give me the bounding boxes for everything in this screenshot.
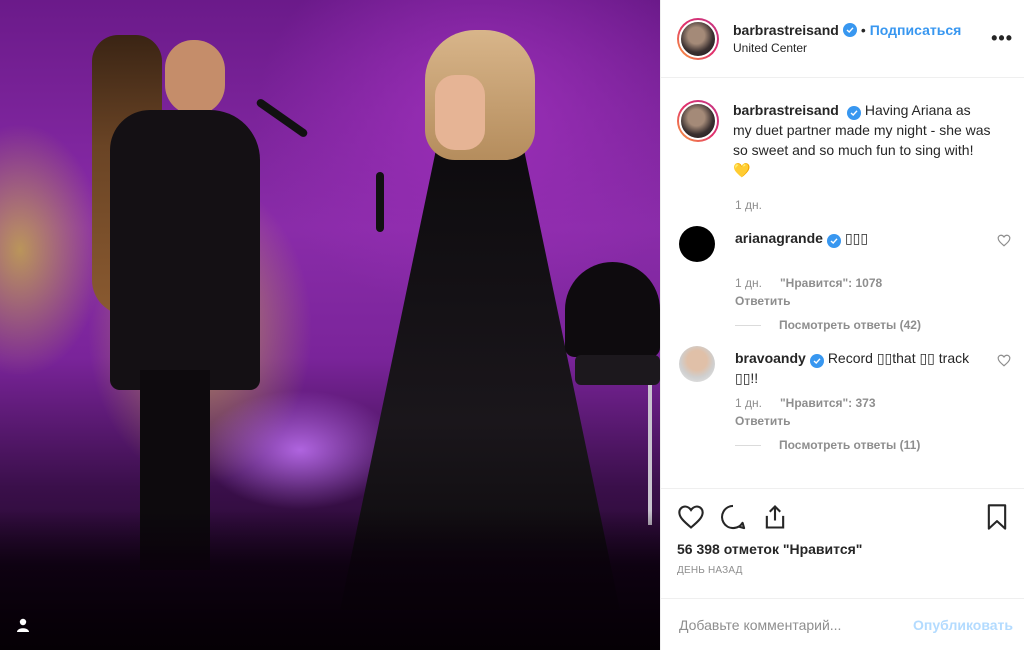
comment-input[interactable] — [679, 616, 914, 633]
verified-badge-icon — [826, 234, 841, 248]
verified-badge-icon — [842, 23, 857, 37]
post-sidebar: barbrastreisand • Подписаться United Cen… — [660, 0, 1024, 650]
comment-icon[interactable] — [719, 503, 747, 531]
comment-like-heart-icon[interactable] — [997, 234, 1011, 252]
post-actions: 56 398 отметок "Нравится" ДЕНЬ НАЗАД — [661, 488, 1024, 576]
post-location[interactable]: United Center — [733, 41, 961, 55]
view-replies-button[interactable]: Посмотреть ответы (42) — [735, 318, 1011, 332]
verified-badge-icon — [809, 354, 824, 368]
follow-button[interactable]: Подписаться — [870, 22, 962, 38]
comment-item: arianagrande ▯▯▯ 1 дн. "Нравится": 1078 О… — [677, 226, 1011, 332]
view-replies-label: Посмотреть ответы (11) — [779, 438, 921, 452]
separator-dot: • — [860, 22, 866, 38]
caption-username[interactable]: barbrastreisand — [733, 102, 839, 118]
stage-chair-seat — [575, 355, 660, 385]
view-replies-button[interactable]: Посмотреть ответы (11) — [735, 438, 1011, 452]
share-icon[interactable] — [761, 503, 789, 531]
caption-avatar[interactable] — [677, 100, 719, 142]
replies-divider — [735, 324, 761, 326]
post-date[interactable]: ДЕНЬ НАЗАД — [677, 565, 1009, 576]
publish-button[interactable]: Опубликовать — [913, 617, 1013, 633]
add-comment-bar: Опубликовать — [661, 598, 1024, 650]
post-caption: barbrastreisand Having Ariana as my duet … — [677, 100, 1011, 212]
microphone — [255, 97, 309, 139]
verified-badge-icon — [846, 106, 861, 120]
post-header: barbrastreisand • Подписаться United Cen… — [661, 0, 1024, 78]
singer-left — [92, 35, 260, 570]
stage-chair — [565, 262, 660, 357]
tagged-users-icon[interactable] — [10, 612, 36, 638]
commenter-username[interactable]: arianagrande — [735, 230, 823, 246]
microphone — [376, 172, 384, 232]
stage-chair-leg — [648, 385, 652, 525]
commenter-avatar[interactable] — [679, 346, 715, 382]
reply-button[interactable]: Ответить — [735, 414, 1011, 428]
caption-timestamp[interactable]: 1 дн. — [735, 198, 1011, 212]
comment-likes[interactable]: "Нравится": 373 — [780, 396, 876, 410]
commenter-avatar[interactable] — [679, 226, 715, 262]
comment-likes[interactable]: "Нравится": 1078 — [780, 276, 882, 290]
comment-item: bravoandy Record ▯▯that ▯▯ track ▯▯!! 1 д… — [677, 346, 1011, 452]
comment-like-heart-icon[interactable] — [997, 354, 1011, 372]
post-like-count[interactable]: 56 398 отметок "Нравится" — [677, 541, 1009, 557]
comment-timestamp[interactable]: 1 дн. — [735, 276, 762, 290]
more-options-icon[interactable]: ••• — [991, 28, 1013, 49]
crowd-silhouette — [0, 510, 660, 650]
yellow-heart-emoji: 💛 — [733, 162, 751, 178]
bookmark-icon[interactable] — [985, 503, 1009, 531]
heart-icon[interactable] — [677, 504, 705, 530]
view-replies-label: Посмотреть ответы (42) — [779, 318, 921, 332]
commenter-username[interactable]: bravoandy — [735, 350, 806, 366]
author-avatar[interactable] — [677, 17, 719, 60]
author-username[interactable]: barbrastreisand — [733, 22, 839, 38]
reply-button[interactable]: Ответить — [735, 294, 1011, 308]
comment-timestamp[interactable]: 1 дн. — [735, 396, 762, 410]
comment-text: ▯▯▯ — [844, 230, 869, 246]
post-photo[interactable] — [0, 0, 660, 650]
replies-divider — [735, 444, 761, 446]
